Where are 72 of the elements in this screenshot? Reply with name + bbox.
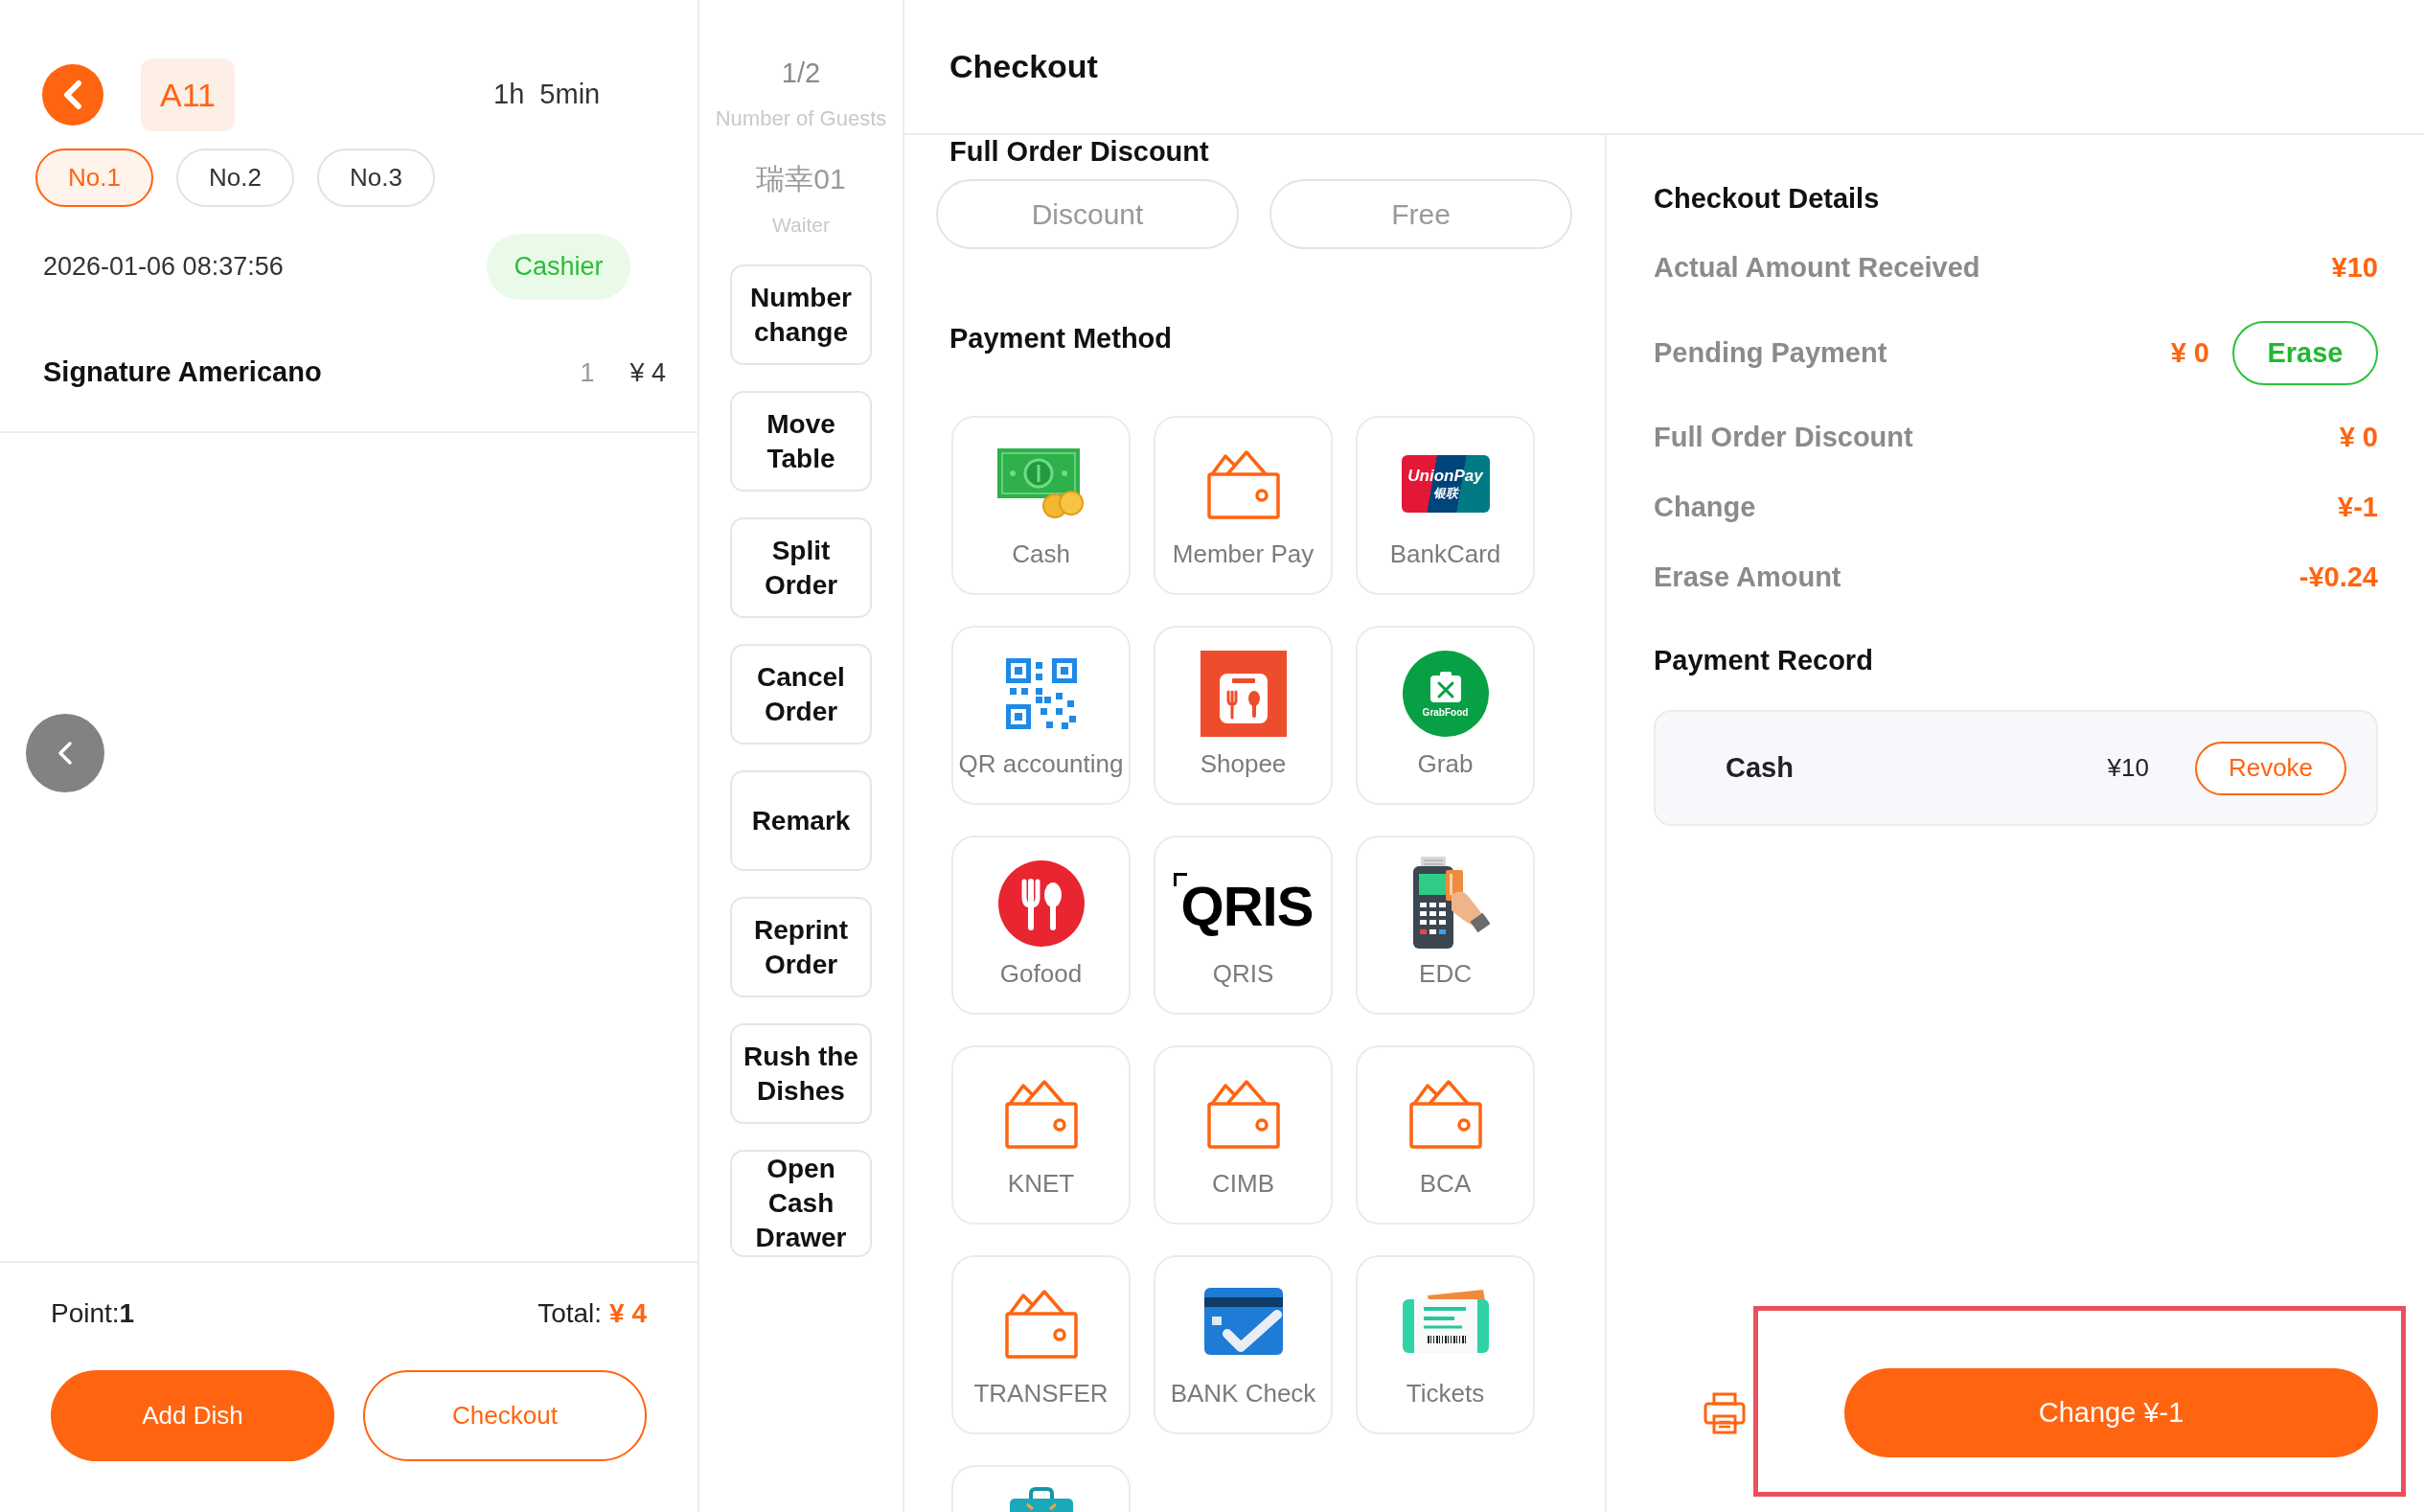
fork-spoon-icon [997, 859, 1085, 947]
action-button[interactable]: Open Cash Drawer [730, 1150, 872, 1257]
revoke-button[interactable]: Revoke [2195, 741, 2346, 795]
payment-method-tile[interactable]: Member Pay [1154, 416, 1333, 595]
erase-button[interactable]: Erase [2232, 321, 2378, 385]
action-button[interactable]: Rush the Dishes [730, 1023, 872, 1124]
action-button[interactable]: Remark [730, 770, 872, 871]
detail-label: Full Order Discount [1654, 421, 1913, 455]
payment-method-tile[interactable] [951, 1465, 1131, 1512]
chevron-left-icon [63, 80, 82, 109]
section-heading: Full Order Discount [949, 135, 1210, 168]
table-number-badge: A11 [141, 58, 235, 131]
payment-method-tile[interactable]: CIMB [1154, 1045, 1333, 1225]
payment-method-tile[interactable]: EDC [1356, 836, 1535, 1015]
detail-label: Erase Amount [1654, 561, 1841, 595]
chevron-left-icon [57, 741, 73, 766]
checkout-button[interactable]: Checkout [363, 1370, 647, 1461]
total-label: Total: [537, 1297, 603, 1330]
page-title: Checkout [949, 47, 1098, 86]
seat-tab[interactable]: No.3 [317, 149, 435, 207]
payment-method-tile[interactable]: QR accounting [951, 626, 1131, 805]
record-method: Cash [1726, 750, 1794, 785]
duration-text: 1h 5min [493, 78, 601, 112]
banknote-coins-icon [996, 447, 1086, 519]
bag-utensils-icon [1200, 650, 1287, 737]
action-button[interactable]: Cancel Order [730, 644, 872, 745]
payment-method-tile[interactable]: TRANSFER [951, 1255, 1131, 1434]
waiter-name: 瑞幸01 [756, 162, 846, 196]
delivery-logo: GrabFood [1402, 650, 1489, 737]
discount-option-button[interactable]: Free [1269, 179, 1572, 249]
qr-code-icon [1005, 657, 1077, 729]
detail-label: Pending Payment [1654, 335, 1887, 370]
record-amount: ¥10 [2107, 752, 2149, 784]
payment-method-tile[interactable]: GrabFood Grab [1356, 626, 1535, 805]
detail-label: Actual Amount Received [1654, 251, 1980, 286]
detail-value: ¥ 0 [2339, 421, 2378, 455]
detail-label: Change [1654, 491, 1756, 525]
payment-method-tile[interactable]: Shopee [1154, 626, 1333, 805]
printer-icon[interactable] [1703, 1390, 1747, 1435]
action-button[interactable]: Number change [730, 264, 872, 365]
detail-value: ¥ 0 [2170, 335, 2209, 370]
section-heading: Checkout Details [1654, 182, 1881, 216]
seat-tab[interactable]: No.1 [35, 149, 153, 207]
payment-method-tile[interactable]: BANK Check [1154, 1255, 1333, 1434]
payment-method-tile[interactable]: Tickets [1356, 1255, 1535, 1434]
change-button[interactable]: Change ¥-1 [1844, 1368, 2378, 1457]
guest-count: 1/2 [781, 57, 821, 90]
total-amount: ¥ 4 [609, 1297, 647, 1330]
item-price: ¥ 4 [629, 356, 666, 389]
seat-tab[interactable]: No.2 [176, 149, 294, 207]
item-quantity: 1 [580, 356, 595, 389]
action-button[interactable]: Reprint Order [730, 897, 872, 997]
payment-method-tile[interactable]: BCA [1356, 1045, 1535, 1225]
detail-value: ¥-1 [2338, 491, 2378, 525]
section-heading: Payment Record [1654, 644, 1874, 677]
action-button[interactable]: Split Order [730, 517, 872, 618]
points-text: Point:1 [51, 1297, 135, 1330]
section-heading: Payment Method [949, 322, 1174, 355]
detail-value: ¥10 [2331, 251, 2378, 286]
payment-method-tile[interactable]: Cash [951, 416, 1131, 595]
payment-method-tile[interactable]: KNET [951, 1045, 1131, 1225]
detail-value: -¥0.24 [2298, 561, 2378, 595]
item-name: Signature Americano [43, 355, 323, 390]
order-time: 2026-01-06 08:37:56 [43, 251, 284, 284]
action-button[interactable]: Move Table [730, 391, 872, 492]
add-dish-button[interactable]: Add Dish [51, 1370, 334, 1461]
role-badge: Cashier [487, 234, 630, 300]
payment-logo: QRIS [1173, 872, 1314, 934]
discount-option-button[interactable]: Discount [936, 179, 1239, 249]
payment-method-tile[interactable]: Gofood [951, 836, 1131, 1015]
toolbox-icon [1007, 1487, 1075, 1512]
payment-method-tile[interactable]: QRIS QRIS [1154, 836, 1333, 1015]
